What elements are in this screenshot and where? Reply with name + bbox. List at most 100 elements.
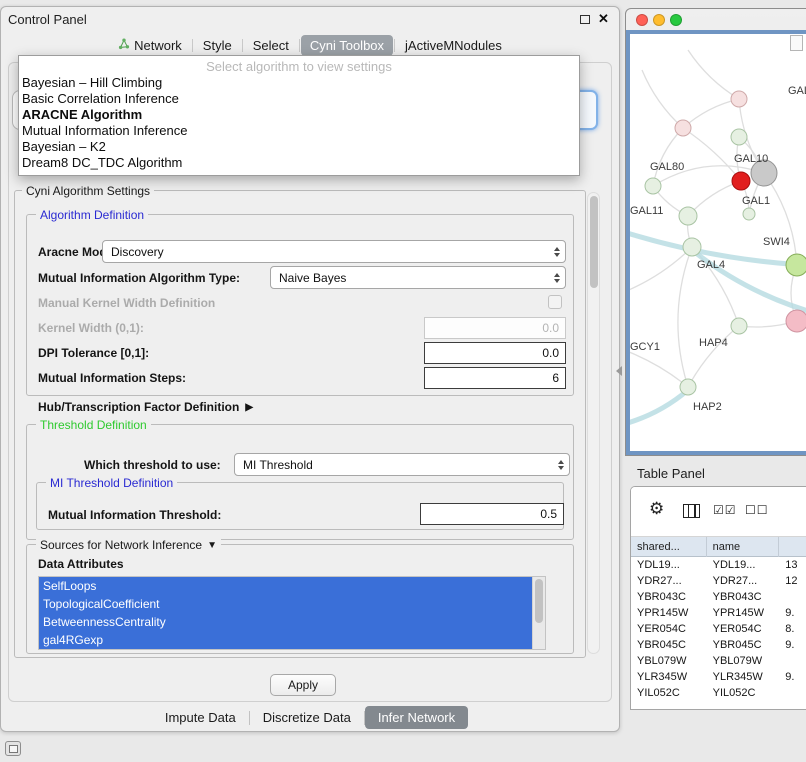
mi-algorithm-type-label: Mutual Information Algorithm Type:	[38, 271, 240, 285]
combo-arrows-icon	[558, 460, 564, 470]
table-cell: 9.	[779, 605, 806, 621]
mi-algorithm-type-select[interactable]: Naive Bayes	[270, 266, 566, 289]
tab-jactivemnodules[interactable]: jActiveMNodules	[396, 35, 511, 56]
combo-arrows-icon	[554, 273, 560, 283]
network-node[interactable]	[786, 310, 806, 332]
table-cell: YBL079W	[707, 653, 780, 669]
settings-scrollbar-thumb[interactable]	[590, 196, 598, 288]
network-node[interactable]	[731, 91, 747, 107]
attributes-scrollbar-thumb[interactable]	[535, 579, 543, 623]
table-cell: YDR27...	[631, 573, 707, 589]
bottom-tabs: Impute DataDiscretize DataInfer Network	[0, 706, 620, 729]
algorithm-option-bayesian-k2[interactable]: Bayesian – K2	[19, 139, 579, 155]
bottom-tab-infer-network[interactable]: Infer Network	[365, 706, 468, 729]
node-label-gal: GAL	[788, 85, 806, 97]
table-row[interactable]: YBR045CYBR045C9.	[631, 637, 806, 653]
table-cell: YLR345W	[707, 669, 780, 685]
table-row[interactable]: YPR145WYPR145W9.	[631, 605, 806, 621]
algorithm-option-bayesian-hill-climbing[interactable]: Bayesian – Hill Climbing	[19, 75, 579, 91]
attribute-item-betweennesscentrality[interactable]: BetweennessCentrality	[39, 613, 532, 631]
table-row[interactable]: YBL079WYBL079W	[631, 653, 806, 669]
bottom-tab-impute-data[interactable]: Impute Data	[152, 706, 249, 729]
column-header-2[interactable]: name	[707, 537, 780, 557]
network-window-titlebar[interactable]	[626, 9, 806, 30]
network-node[interactable]	[680, 379, 696, 395]
attribute-item-topologicalcoefficient[interactable]: TopologicalCoefficient	[39, 595, 532, 613]
scrollbar-fragment[interactable]	[790, 35, 803, 51]
network-node[interactable]	[731, 129, 747, 145]
algorithm-option-aracne-algorithm[interactable]: ARACNE Algorithm	[19, 107, 579, 123]
tab-network[interactable]: Network	[109, 35, 191, 56]
table-cell: YDL19...	[631, 557, 707, 573]
manual-kernel-width-checkbox[interactable]	[548, 295, 562, 309]
kernel-width-value: 0.0	[542, 321, 559, 335]
zoom-traffic-light-icon[interactable]	[670, 14, 682, 26]
tab-cyni-toolbox[interactable]: Cyni Toolbox	[301, 35, 393, 56]
mi-steps-field[interactable]: 6	[424, 367, 566, 389]
deselect-all-icon[interactable]: ☐☐	[745, 503, 769, 517]
bottom-tab-discretize-data[interactable]: Discretize Data	[250, 706, 364, 729]
table-cell: 8.	[779, 621, 806, 637]
which-threshold-label: Which threshold to use:	[84, 458, 221, 472]
table-toolbar: ⚙ ☑☑ ☐☐	[631, 487, 806, 537]
tab-select[interactable]: Select	[244, 35, 298, 56]
node-label-gal80: GAL80	[650, 161, 684, 173]
table-cell: 9.	[779, 669, 806, 685]
node-label-gal1: GAL1	[742, 195, 770, 207]
algorithm-option-mutual-information-inference[interactable]: Mutual Information Inference	[19, 123, 579, 139]
table-cell: YPR145W	[707, 605, 780, 621]
table-row[interactable]: YLR345WYLR345W9.	[631, 669, 806, 685]
network-canvas[interactable]: GAL80GAL10GAL11GAL1SWI4GAL4GCY1HAP4HAP2G…	[630, 34, 806, 451]
gear-icon[interactable]: ⚙	[649, 499, 664, 519]
tab-label: Style	[203, 38, 232, 53]
tab-label: jActiveMNodules	[405, 38, 502, 53]
network-view[interactable]: GAL80GAL10GAL11GAL1SWI4GAL4GCY1HAP4HAP2G…	[626, 30, 806, 455]
attribute-item-selfloops[interactable]: SelfLoops	[39, 577, 532, 595]
minimize-traffic-light-icon[interactable]	[653, 14, 665, 26]
float-window-icon[interactable]	[580, 15, 590, 24]
table-cell: YDR27...	[707, 573, 780, 589]
mi-steps-label: Mutual Information Steps:	[38, 371, 186, 385]
table-cell: YER054C	[707, 621, 780, 637]
algorithm-option-dream8-dc-tdc-algorithm[interactable]: Dream8 DC_TDC Algorithm	[19, 155, 579, 171]
network-node[interactable]	[731, 318, 747, 334]
hub-definition-disclosure[interactable]: Hub/Transcription Factor Definition ▶	[38, 400, 253, 414]
algorithm-option-basic-correlation-inference[interactable]: Basic Correlation Inference	[19, 91, 579, 107]
network-node[interactable]	[675, 120, 691, 136]
table-body: YDL19...YDL19...13YDR27...YDR27...12YBR0…	[631, 557, 806, 709]
dpi-tolerance-field[interactable]: 0.0	[424, 342, 566, 364]
network-node[interactable]	[679, 207, 697, 225]
mi-algorithm-type-value: Naive Bayes	[279, 271, 346, 285]
panel-collapse-handle[interactable]	[616, 366, 622, 376]
column-selector-icon[interactable]	[683, 504, 700, 518]
table-row[interactable]: YBR043CYBR043C	[631, 589, 806, 605]
apply-button[interactable]: Apply	[270, 674, 336, 696]
kernel-width-field[interactable]: 0.0	[424, 317, 566, 339]
table-row[interactable]: YER054CYER054C8.	[631, 621, 806, 637]
network-node[interactable]	[645, 178, 661, 194]
which-threshold-select[interactable]: MI Threshold	[234, 453, 570, 476]
mi-threshold-field[interactable]: 0.5	[420, 503, 564, 525]
network-node[interactable]	[786, 254, 806, 276]
table-header: shared...name	[631, 537, 806, 557]
network-node[interactable]	[683, 238, 701, 256]
column-header-3[interactable]	[779, 537, 806, 557]
select-all-icon[interactable]: ☑☑	[713, 503, 737, 517]
attribute-item-gal4rgexp[interactable]: gal4RGexp	[39, 631, 532, 649]
close-window-icon[interactable]: ✕	[598, 11, 609, 27]
tab-divider	[299, 39, 300, 52]
table-row[interactable]: YDL19...YDL19...13	[631, 557, 806, 573]
tab-style[interactable]: Style	[194, 35, 241, 56]
settings-scrollbar[interactable]	[587, 192, 600, 654]
table-row[interactable]: YIL052CYIL052C	[631, 685, 806, 701]
network-node[interactable]	[743, 208, 755, 220]
sources-title[interactable]: Sources for Network Inference ▼	[36, 538, 221, 552]
column-header-1[interactable]: shared...	[631, 537, 707, 557]
table-row[interactable]: YDR27...YDR27...12	[631, 573, 806, 589]
attributes-scrollbar[interactable]	[532, 577, 545, 649]
close-traffic-light-icon[interactable]	[636, 14, 648, 26]
restore-panel-icon[interactable]	[5, 741, 21, 756]
network-node[interactable]	[732, 172, 750, 190]
network-edge	[630, 247, 692, 292]
aracne-mode-select[interactable]: Discovery	[102, 240, 566, 263]
